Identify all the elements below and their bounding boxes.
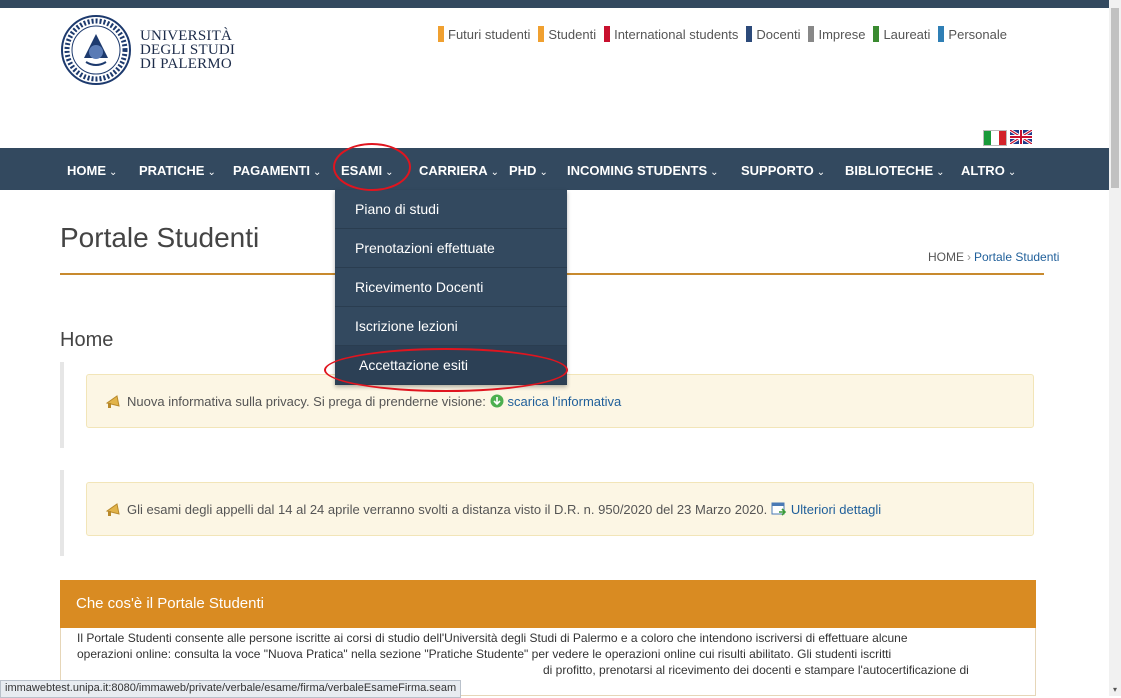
chevron-down-icon: ⌄ — [490, 167, 500, 178]
menu-item-ricevimento-docenti[interactable]: Ricevimento Docenti — [335, 268, 567, 307]
nav-pagamenti[interactable]: PAGAMENTI ⌄ — [233, 148, 321, 190]
nav-pratiche[interactable]: PRATICHE ⌄ — [139, 148, 216, 190]
chevron-down-icon: ⌄ — [207, 167, 216, 178]
audience-link-laureati[interactable]: Laureati — [873, 26, 930, 42]
alert-side-bar — [60, 362, 64, 448]
chevron-down-icon: ⌄ — [539, 167, 548, 178]
language-switcher — [983, 130, 1032, 146]
italian-flag-icon[interactable] — [983, 130, 1007, 146]
nav-carriera[interactable]: CARRIERA ⌄ — [419, 148, 499, 190]
logo-line-1: UNIVERSITÀ — [140, 28, 232, 44]
esami-dropdown-menu: Piano di studi Prenotazioni effettuate R… — [335, 190, 567, 385]
info-panel-line-3: di profitto, prenotarsi al ricevimento d… — [543, 663, 969, 677]
audience-link-futuri-studenti[interactable]: Futuri studenti — [438, 26, 530, 42]
megaphone-icon — [105, 395, 120, 408]
chevron-down-icon: ⌄ — [385, 167, 394, 178]
breadcrumb-home[interactable]: HOME — [928, 250, 964, 264]
chevron-down-icon: ⌄ — [109, 167, 118, 178]
exams-alert: Gli esami degli appelli dal 14 al 24 apr… — [86, 482, 1034, 536]
chevron-down-icon: ⌄ — [313, 167, 322, 178]
nav-incoming-students[interactable]: INCOMING STUDENTS ⌄ — [567, 148, 719, 190]
logo-line-2: DEGLI STUDI — [140, 42, 236, 58]
megaphone-icon — [105, 503, 120, 516]
color-marker — [808, 26, 815, 42]
vertical-scrollbar[interactable]: ▾ — [1109, 0, 1121, 696]
university-logo[interactable]: UNIVERSITÀ DEGLI STUDI DI PALERMO — [60, 14, 235, 86]
exams-details-link[interactable]: Ulteriori dettagli — [791, 502, 881, 517]
chevron-down-icon: ⌄ — [936, 167, 945, 178]
nav-esami[interactable]: ESAMI ⌄ — [341, 148, 394, 190]
menu-item-prenotazioni-effettuate[interactable]: Prenotazioni effettuate — [335, 229, 567, 268]
audience-links: Futuri studenti Studenti International s… — [438, 26, 1015, 42]
color-marker — [938, 26, 945, 42]
chevron-down-icon: ⌄ — [1007, 167, 1017, 178]
scroll-down-arrow-icon[interactable]: ▾ — [1111, 686, 1119, 694]
privacy-alert-text: Nuova informativa sulla privacy. Si preg… — [127, 393, 486, 409]
main-navbar: HOME ⌄ PRATICHE ⌄ PAGAMENTI ⌄ ESAMI ⌄ CARRIE… — [0, 148, 1109, 190]
link-status-bar: immawebtest.unipa.it:8080/immaweb/privat… — [0, 680, 462, 698]
menu-item-accettazione-esiti[interactable]: Accettazione esiti — [335, 346, 567, 385]
chevron-down-icon: ⌄ — [816, 167, 826, 178]
exams-alert-text: Gli esami degli appelli dal 14 al 24 apr… — [127, 501, 768, 517]
breadcrumb-current[interactable]: Portale Studenti — [974, 250, 1059, 264]
top-strip — [0, 0, 1109, 8]
page-title: Portale Studenti — [60, 222, 260, 253]
english-flag-icon[interactable] — [1010, 130, 1032, 144]
download-icon — [490, 394, 504, 408]
audience-link-docenti[interactable]: Docenti — [746, 26, 800, 42]
nav-supporto[interactable]: SUPPORTO ⌄ — [741, 148, 825, 190]
color-marker — [873, 26, 880, 42]
scrollbar-thumb[interactable] — [1111, 8, 1119, 188]
audience-link-studenti[interactable]: Studenti — [538, 26, 596, 42]
alert-side-bar — [60, 470, 64, 556]
nav-altro[interactable]: ALTRO ⌄ — [961, 148, 1016, 190]
info-panel-line-2: operazioni online: consulta la voce "Nuo… — [77, 647, 892, 661]
color-marker — [604, 26, 611, 42]
menu-item-piano-di-studi[interactable]: Piano di studi — [335, 190, 567, 229]
color-marker — [438, 26, 444, 42]
menu-item-iscrizione-lezioni[interactable]: Iscrizione lezioni — [335, 307, 567, 346]
info-panel-title: Che cos'è il Portale Studenti — [60, 580, 1036, 628]
chevron-down-icon: ⌄ — [710, 167, 719, 178]
nav-home[interactable]: HOME ⌄ — [67, 148, 117, 190]
breadcrumb-separator: › — [967, 250, 971, 264]
section-heading: Home — [60, 329, 114, 351]
audience-link-international-students[interactable]: International students — [604, 26, 738, 42]
nav-phd[interactable]: PHD ⌄ — [509, 148, 548, 190]
external-link-icon — [771, 502, 787, 516]
info-panel-line-1: Il Portale Studenti consente alle person… — [77, 631, 908, 645]
audience-link-personale[interactable]: Personale — [938, 26, 1007, 42]
privacy-download-link[interactable]: scarica l'informativa — [508, 394, 622, 409]
audience-link-imprese[interactable]: Imprese — [808, 26, 865, 42]
university-seal-icon — [61, 15, 131, 85]
color-marker — [746, 26, 753, 42]
color-marker — [538, 26, 545, 42]
breadcrumb: HOME › Portale Studenti — [928, 250, 1059, 264]
nav-biblioteche[interactable]: BIBLIOTECHE ⌄ — [845, 148, 945, 190]
logo-line-3: DI PALERMO — [140, 56, 232, 72]
